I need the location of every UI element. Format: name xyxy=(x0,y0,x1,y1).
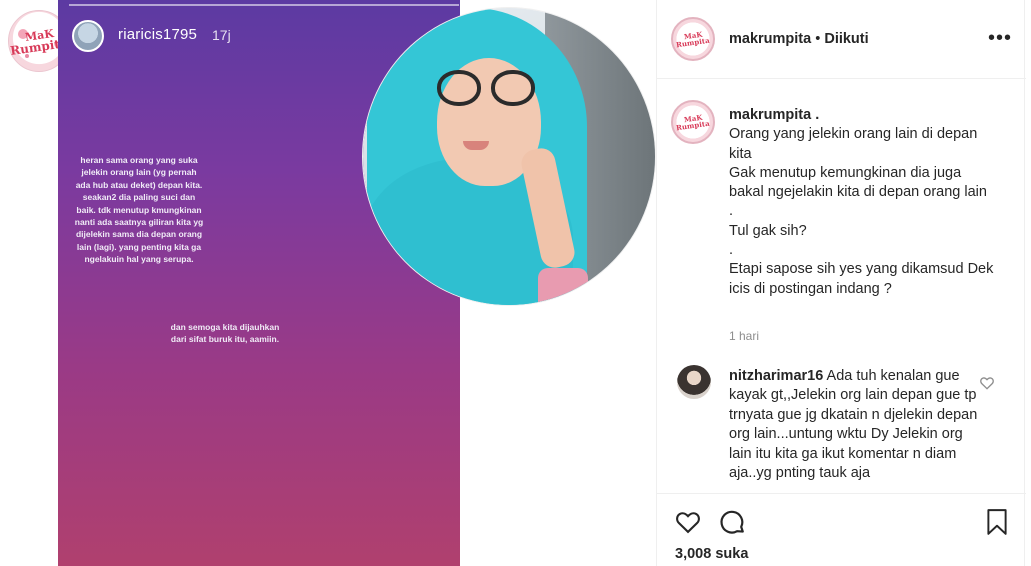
comment-text: nitzharimar16 Ada tuh kenalan gue kayak … xyxy=(729,367,979,483)
author-avatar[interactable]: MaK Rumpita xyxy=(671,17,715,61)
caption-line: . xyxy=(729,242,734,259)
comment-body: Ada tuh kenalan gue kayak gt,,Jelekin or… xyxy=(729,368,978,482)
story-time: 17j xyxy=(212,27,231,43)
caption-line: Tul gak sih? xyxy=(729,222,807,239)
caption-avatar-logo-line2: Rumpita xyxy=(675,118,711,133)
caption-line: Gak menutup kemungkinan dia juga bakal n… xyxy=(729,164,987,201)
circle-portrait-photo xyxy=(363,8,655,305)
bookmark-icon[interactable] xyxy=(986,508,1008,536)
story-progress-bar xyxy=(69,4,459,6)
story-text-main: heran sama orang yang suka jelekin orang… xyxy=(74,155,204,265)
commenter-avatar[interactable] xyxy=(677,365,711,399)
header-user-line: makrumpita • Diikuti xyxy=(729,31,869,47)
comment-bubble-icon[interactable] xyxy=(718,508,747,537)
caption-avatar[interactable]: MaK Rumpita xyxy=(671,100,715,144)
follow-status-button[interactable]: Diikuti xyxy=(824,31,868,47)
post-header: MaK Rumpita makrumpita • Diikuti ••• xyxy=(657,0,1026,79)
caption-text: makrumpita . Orang yang jelekin orang la… xyxy=(729,106,999,299)
caption-line: . xyxy=(729,203,734,220)
story-avatar xyxy=(72,20,104,52)
likes-number: 3,008 xyxy=(675,546,712,562)
story-username: riaricis1795 xyxy=(118,26,198,43)
comment-panel: MaK Rumpita makrumpita • Diikuti ••• MaK… xyxy=(656,0,1026,566)
caption-line: Orang yang jelekin orang lain di depan k… xyxy=(729,126,978,162)
instagram-post-view: MaK Rumpita riaricis1795 17j heran sama … xyxy=(0,0,1031,566)
heart-icon[interactable] xyxy=(673,508,703,536)
caption-timestamp[interactable]: 1 hari xyxy=(729,329,759,343)
comments-list[interactable]: MaK Rumpita makrumpita . Orang yang jele… xyxy=(657,80,1026,493)
story-text-second: dan semoga kita dijauhkan dari sifat bur… xyxy=(170,322,280,345)
action-bar: 3,008 suka xyxy=(657,493,1026,566)
avatar-logo-line2: Rumpita xyxy=(675,35,711,50)
likes-count[interactable]: 3,008 suka xyxy=(675,546,748,562)
likes-label: suka xyxy=(715,546,749,562)
commenter-username-link[interactable]: nitzharimar16 xyxy=(729,368,823,384)
comment-like-heart-icon[interactable] xyxy=(979,375,995,391)
caption-username-link[interactable]: makrumpita . xyxy=(729,106,999,125)
header-separator: • xyxy=(811,31,825,47)
caption-line: Etapi sapose sih yes yang dikamsud Dek i… xyxy=(729,261,994,297)
more-horizontal-icon[interactable]: ••• xyxy=(988,28,1012,48)
author-username-link[interactable]: makrumpita xyxy=(729,31,811,47)
